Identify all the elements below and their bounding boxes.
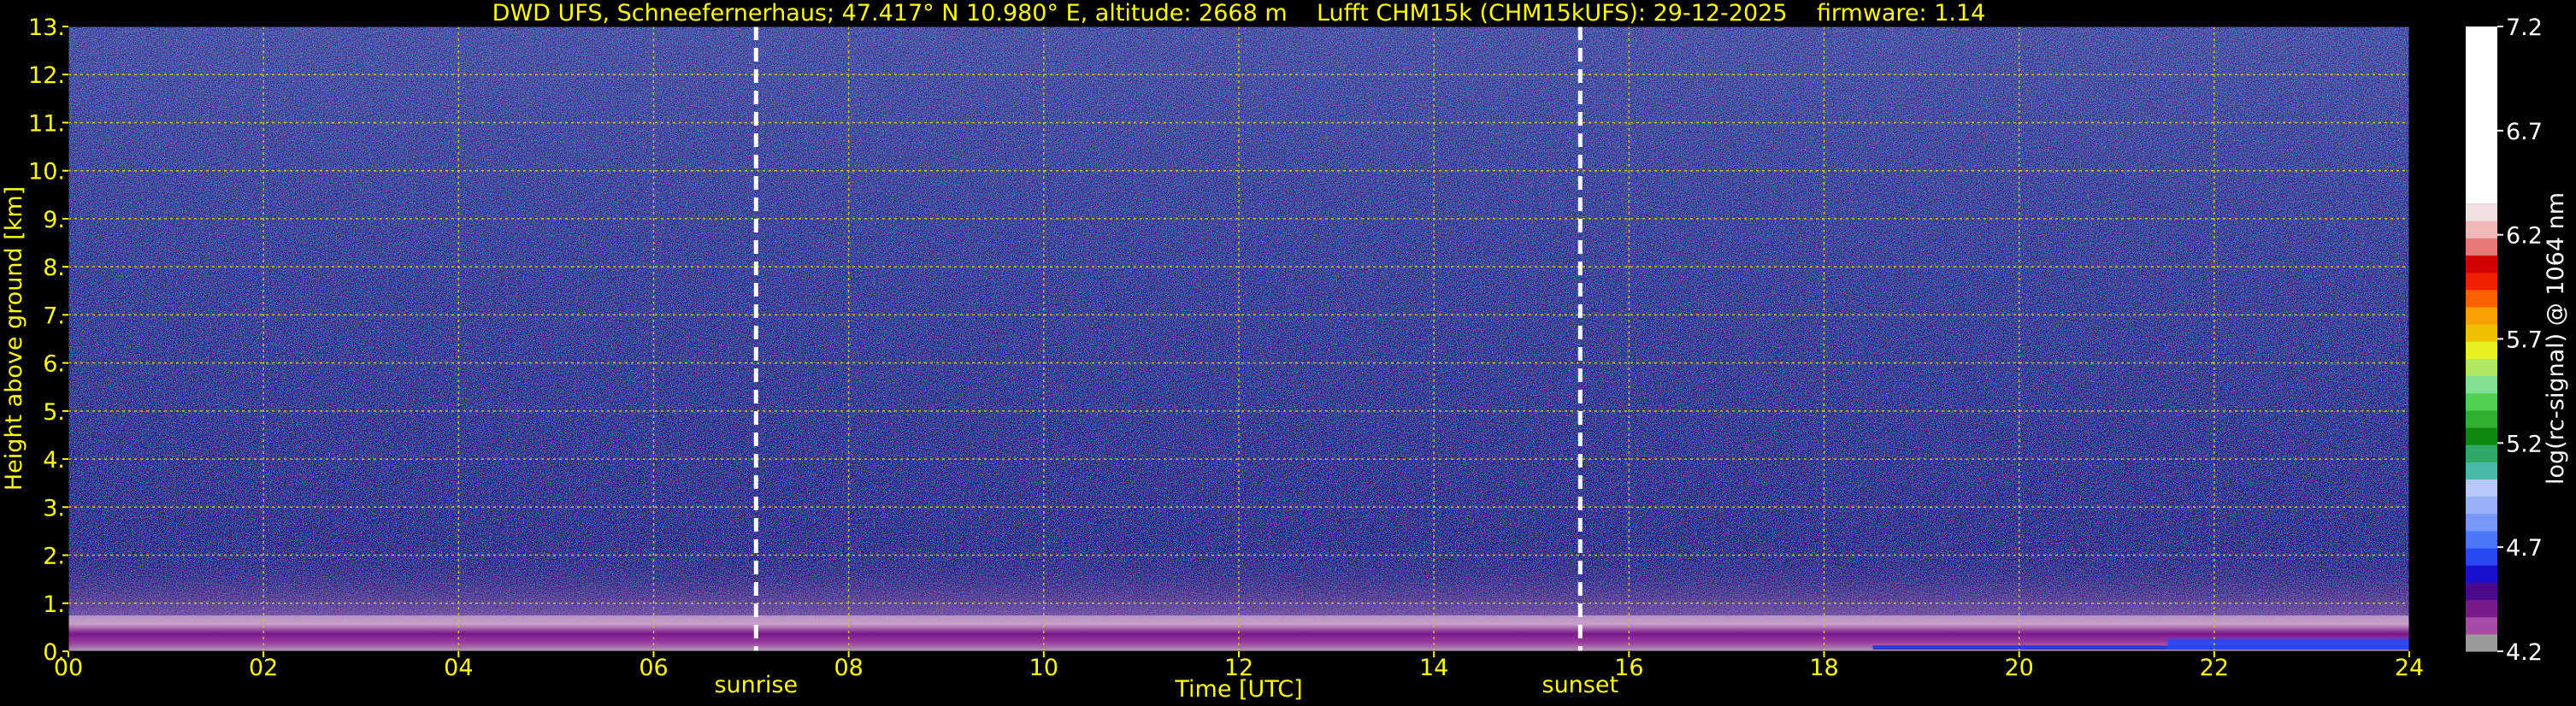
x-tick-label: 02 [249,655,278,681]
ceilometer-figure: 00 02 04 06 08 10 12 14 16 18 20 22 24 0.1.2.3.4.5.6… [1,0,2569,703]
sunset-label: sunset [1542,672,1619,698]
x-tick-label: 08 [834,655,863,681]
colorbar-segment [2466,409,2497,428]
colorbar-tick-label: 6.2 [2506,223,2543,250]
y-tick-label: 7. [43,303,65,329]
y-tick-label: 4. [43,447,65,474]
x-tick-label: 24 [2395,655,2424,681]
chart-title: DWD UFS, Schneefernerhaus; 47.417° N 10.… [492,0,1986,26]
x-tick-label: 18 [1809,655,1838,681]
colorbar-segment [2466,616,2497,635]
colorbar-segment [2466,255,2497,274]
y-tick-label: 3. [43,495,65,521]
y-tick-label: 8. [43,255,65,281]
y-tick-label: 5. [43,399,65,426]
colorbar-tick-label: 5.2 [2506,431,2543,457]
colorbar-segment [2466,324,2497,342]
y-tick-label: 10. [28,159,65,185]
y-tick-label: 13. [28,15,65,41]
colorbar-segment [2466,375,2497,394]
colorbar-tick-label: 4.2 [2506,639,2543,666]
colorbar-segment [2466,427,2497,445]
colorbar-label: log(rc-signal) @ 1064 nm [2543,192,2569,485]
colorbar-segment [2466,633,2497,652]
colorbar-segment [2466,289,2497,308]
colorbar-segment [2466,358,2497,377]
colorbar-segment [2466,221,2497,238]
colorbar-segment [2466,238,2497,256]
colorbar-segment [2466,582,2497,601]
y-tick-label: 2. [43,544,65,570]
y-tick-label: 6. [43,351,65,378]
colorbar-segment [2466,565,2497,583]
colorbar-ticks: 4.2 4.7 5.2 5.7 6.2 6.7 7.2 [2497,15,2543,666]
y-axis-label: Height above ground [km] [1,186,27,491]
colorbar-segment [2466,599,2497,618]
colorbar-segment [2466,341,2497,359]
y-axis-ticks: 0. 1. 2. 3. 4. 5. 6. 7. 8. 9. 10. 11. 12. 13. [28,15,68,666]
colorbar-segment [2466,392,2497,411]
colorbar-segment [2466,496,2497,515]
colorbar-segment [2466,548,2497,566]
colorbar-segment [2466,26,2497,204]
y-tick-label: 11. [28,110,65,137]
colorbar-tick-label: 7.2 [2506,15,2543,41]
x-tick-label: 16 [1614,655,1643,681]
x-tick-label: 22 [2200,655,2229,681]
x-axis-label: Time [UTC] [1174,676,1302,703]
y-tick-label: 12. [28,62,65,89]
y-tick-label: 1. [43,591,65,618]
y-tick-label: 0. [43,639,65,666]
x-tick-label: 14 [1419,655,1448,681]
x-tick-label: 20 [2004,655,2033,681]
colorbar-segment [2466,307,2497,325]
colorbar-segment [2466,203,2497,221]
colorbar-tick-label: 4.7 [2506,535,2543,562]
colorbar-segment [2466,530,2497,549]
colorbar-segment [2466,513,2497,532]
aerosol-band-upper [2167,638,2409,650]
x-tick-label: 04 [444,655,473,681]
x-tick-label: 10 [1029,655,1058,681]
x-tick-label: 06 [639,655,668,681]
colorbar [2466,26,2497,652]
colorbar-segment [2466,462,2497,480]
colorbar-segment [2466,272,2497,291]
colorbar-segment [2466,444,2497,462]
y-tick-label: 9. [43,207,65,233]
sunrise-label: sunrise [714,672,798,698]
colorbar-tick-label: 6.7 [2506,119,2543,145]
colorbar-tick-label: 5.7 [2506,327,2543,354]
colorbar-segment [2466,479,2497,497]
